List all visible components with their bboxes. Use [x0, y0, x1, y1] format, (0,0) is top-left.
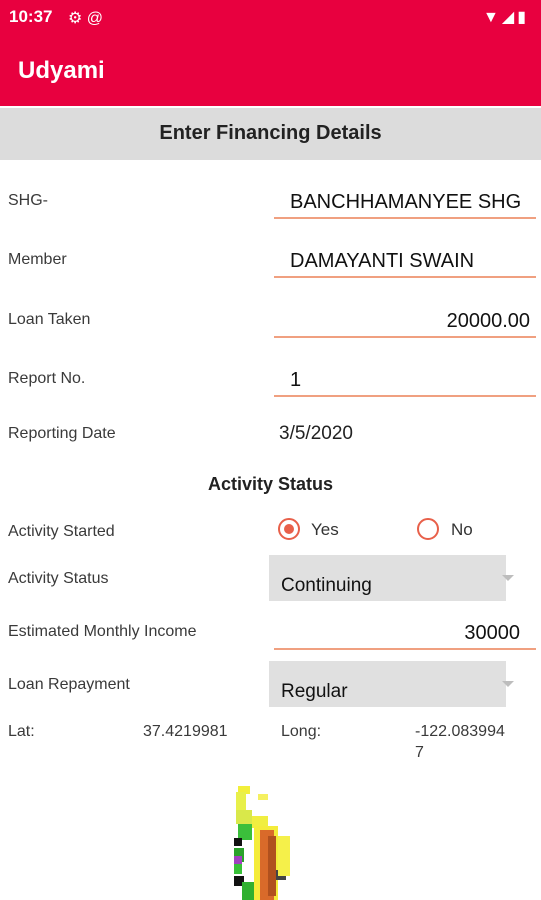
page-header: Enter Financing Details: [0, 108, 541, 160]
loan-repayment-dropdown[interactable]: Regular: [269, 661, 506, 707]
monthly-income-label: Estimated Monthly Income: [8, 623, 197, 640]
long-value-line2: 7: [415, 744, 424, 761]
lat-label: Lat:: [8, 723, 35, 740]
loan-taken-value: 20000.00: [446, 310, 530, 332]
member-value: DAMAYANTI SWAIN: [290, 250, 475, 272]
activity-photo: [234, 786, 294, 900]
loan-taken-label: Loan Taken: [8, 311, 91, 328]
yes-radio-label[interactable]: Yes: [311, 520, 339, 540]
at-icon: @: [86, 10, 104, 27]
monthly-income-field[interactable]: 30000: [274, 614, 536, 650]
chevron-down-icon[interactable]: [502, 575, 514, 581]
battery-icon: ▮: [517, 9, 529, 26]
yes-radio[interactable]: [278, 518, 300, 540]
loan-repayment-value: Regular: [281, 681, 348, 702]
gear-icon: ⚙: [68, 10, 83, 27]
signal-icon: ◢: [501, 9, 518, 26]
reporting-date-label: Reporting Date: [8, 425, 116, 442]
lat-value: 37.4219981: [143, 723, 228, 740]
status-bar: 10:37 ⚙ @ ▼◢▮: [0, 0, 541, 34]
report-no-label: Report No.: [8, 370, 86, 387]
activity-status-dropdown[interactable]: Continuing: [269, 555, 506, 601]
wifi-icon: ▼: [483, 9, 502, 26]
long-label: Long:: [281, 723, 322, 740]
shg-label: SHG-: [8, 192, 48, 209]
page-title: Enter Financing Details: [159, 122, 382, 144]
report-no-field[interactable]: 1: [274, 361, 536, 397]
status-time: 10:37: [9, 7, 53, 26]
no-radio[interactable]: [417, 518, 439, 540]
status-left-icons: ⚙ @: [68, 8, 103, 28]
activity-section-title: Activity Status: [207, 474, 334, 494]
app-title: Udyami: [18, 57, 105, 84]
reporting-date-value: 3/5/2020: [279, 423, 353, 444]
member-label: Member: [8, 251, 67, 268]
loan-taken-field[interactable]: 20000.00: [274, 302, 536, 338]
activity-started-label: Activity Started: [8, 523, 115, 540]
app-bar: Udyami: [0, 34, 541, 106]
no-radio-label[interactable]: No: [451, 520, 473, 540]
activity-status-label: Activity Status: [8, 570, 109, 587]
chevron-down-icon[interactable]: [502, 681, 514, 687]
shg-field[interactable]: BANCHHAMANYEE SHG: [274, 183, 536, 219]
shg-value: BANCHHAMANYEE SHG: [290, 191, 522, 213]
monthly-income-value: 30000: [464, 622, 520, 644]
member-field[interactable]: DAMAYANTI SWAIN: [274, 242, 536, 278]
activity-status-value: Continuing: [281, 575, 372, 596]
status-right-icons: ▼◢▮: [483, 7, 529, 27]
loan-repayment-label: Loan Repayment: [8, 676, 130, 693]
long-value-line1: -122.083994: [415, 723, 505, 740]
report-no-value: 1: [290, 369, 302, 391]
